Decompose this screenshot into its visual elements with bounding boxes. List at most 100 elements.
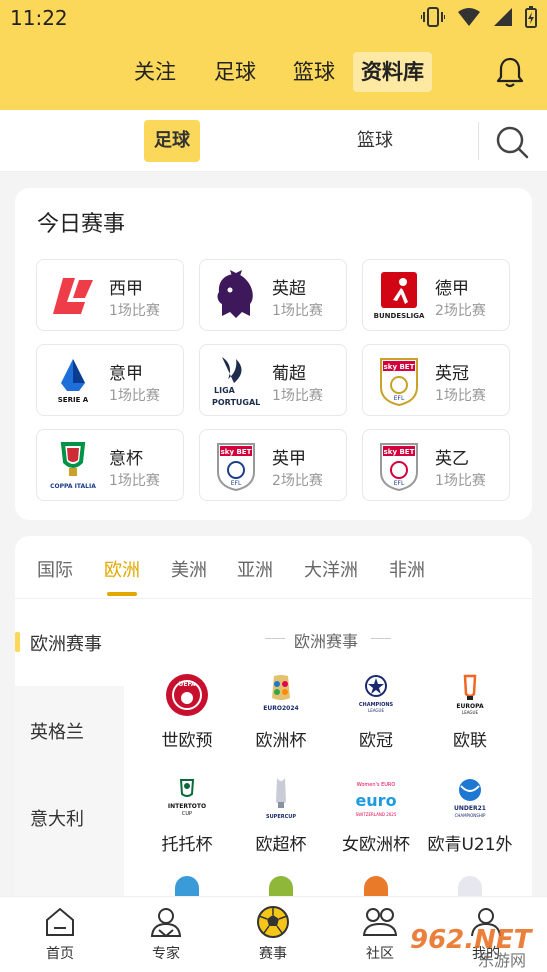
tab-follow[interactable]: 关注: [126, 52, 184, 92]
battery-icon: [525, 6, 537, 28]
league-card[interactable]: COPPA ITALIA 意杯 1场比赛: [36, 429, 184, 501]
competition-name: 欧联: [453, 731, 487, 751]
nav-home[interactable]: 首页: [20, 905, 100, 963]
competition-item[interactable]: SUPERCUP 欧超杯: [233, 776, 329, 855]
svg-text:euro: euro: [355, 791, 396, 810]
svg-text:COPPA ITALIA: COPPA ITALIA: [50, 483, 96, 490]
league-name: 英乙: [435, 449, 469, 469]
league-card[interactable]: sky BET EFL 英乙 1场比赛: [362, 429, 510, 501]
svg-text:LEAGUE: LEAGUE: [462, 710, 478, 715]
laliga-logo-icon: [53, 278, 93, 314]
league-card[interactable]: 英超 1场比赛: [199, 259, 347, 331]
section-line-left: [265, 638, 285, 639]
svg-text:EFL: EFL: [394, 395, 405, 402]
league-count: 1场比赛: [272, 388, 323, 404]
league-name: 英超: [272, 279, 306, 299]
league-card[interactable]: SERIE A 意甲 1场比赛: [36, 344, 184, 416]
competition-item[interactable]: UEFA 世欧预: [139, 672, 235, 751]
wifi-icon: [458, 8, 480, 26]
champions-league-logo-icon: CHAMPIONS LEAGUE: [359, 675, 394, 713]
svg-text:sky BET: sky BET: [221, 448, 252, 456]
top-header: 11:22 关注 足球 篮球 资料库: [0, 0, 547, 110]
bell-icon[interactable]: [495, 56, 525, 88]
efl-championship-logo-icon: sky BET EFL: [380, 358, 418, 407]
uefa-logo-icon: UEFA: [166, 674, 208, 716]
league-name: 德甲: [435, 279, 469, 299]
league-name: 西甲: [109, 279, 143, 299]
sidebar-item-european-competitions[interactable]: 欧洲赛事: [30, 630, 102, 656]
region-card: 国际 欧洲 美洲 亚洲 大洋洲 非洲 欧洲赛事 英格兰 意大利 欧洲赛事 UEF…: [15, 536, 532, 956]
partial-logo: [175, 876, 199, 896]
status-icons: [421, 6, 537, 28]
league-name: 葡超: [272, 364, 306, 384]
tab-football[interactable]: 足球: [206, 52, 264, 92]
signal-icon: [494, 8, 512, 26]
league-card[interactable]: BUNDESLIGA 德甲 2场比赛: [362, 259, 510, 331]
competition-item[interactable]: EUROPA LEAGUE 欧联: [422, 672, 518, 751]
league-name: 意杯: [109, 449, 143, 469]
league-card[interactable]: LIGA PORTUGAL 葡超 1场比赛: [199, 344, 347, 416]
svg-text:LEAGUE: LEAGUE: [368, 708, 384, 713]
active-tab-indicator: [107, 592, 137, 596]
europa-league-logo-icon: EUROPA LEAGUE: [456, 674, 484, 715]
competition-item[interactable]: EURO2024 欧洲杯: [233, 672, 329, 751]
competition-name: 欧超杯: [255, 835, 307, 855]
league-count: 1场比赛: [272, 303, 323, 319]
supercup-logo-icon: SUPERCUP: [266, 778, 296, 820]
community-icon: [362, 908, 398, 936]
svg-text:BUNDESLIGA: BUNDESLIGA: [374, 312, 425, 320]
sidebar-item-england[interactable]: 英格兰: [30, 718, 84, 744]
league-count: 1场比赛: [435, 473, 486, 489]
svg-text:CHAMPIONSHIP: CHAMPIONSHIP: [455, 813, 486, 818]
search-icon[interactable]: [494, 124, 530, 160]
premier-league-lion-icon: [217, 270, 253, 318]
svg-text:PORTUGAL: PORTUGAL: [212, 398, 260, 407]
nav-experts[interactable]: 专家: [126, 905, 206, 963]
partial-logo: [269, 876, 293, 896]
svg-text:SUPERCUP: SUPERCUP: [266, 814, 296, 820]
region-tab-oceania[interactable]: 大洋洲: [304, 556, 358, 582]
competition-item[interactable]: CHAMPIONS LEAGUE 欧冠: [328, 672, 424, 751]
sport-subtabs: 足球 篮球: [0, 110, 547, 172]
region-tab-europe[interactable]: 欧洲: [104, 556, 140, 582]
vibrate-icon: [421, 7, 445, 27]
section-title: 欧洲赛事: [294, 632, 359, 651]
region-tab-americas[interactable]: 美洲: [171, 556, 207, 582]
subtab-football[interactable]: 足球: [144, 120, 200, 162]
subtab-divider: [478, 122, 479, 160]
competition-name: 女欧洲杯: [342, 835, 410, 855]
bundesliga-logo-icon: BUNDESLIGA: [374, 272, 425, 320]
svg-text:EFL: EFL: [231, 480, 242, 487]
league-count: 1场比赛: [109, 473, 160, 489]
competition-item[interactable]: UNDER21 CHAMPIONSHIP 欧青U21外: [422, 776, 518, 855]
league-count: 1场比赛: [435, 388, 486, 404]
region-tab-asia[interactable]: 亚洲: [237, 556, 273, 582]
svg-text:Women's EURO: Women's EURO: [357, 782, 396, 788]
svg-text:EFL: EFL: [394, 480, 405, 487]
status-time: 11:22: [10, 6, 68, 30]
league-card[interactable]: 西甲 1场比赛: [36, 259, 184, 331]
region-tab-international[interactable]: 国际: [37, 556, 73, 582]
main-tabs: 关注 足球 篮球 资料库: [0, 52, 547, 96]
sidebar-item-italy[interactable]: 意大利: [30, 805, 84, 831]
efl-league-two-logo-icon: sky BET EFL: [380, 443, 418, 492]
tab-basketball[interactable]: 篮球: [285, 52, 343, 92]
tab-database[interactable]: 资料库: [353, 52, 432, 92]
competition-item[interactable]: Women's EURO euro SWITZERLAND 2025 女欧洲杯: [328, 776, 424, 855]
watermark-logo: 962.NET 乐游网: [410, 925, 534, 968]
competition-item[interactable]: INTERTOTO CUP 托托杯: [139, 776, 235, 855]
league-name: 英甲: [272, 449, 306, 469]
svg-text:LIGA: LIGA: [214, 386, 236, 395]
competition-name: 世欧预: [161, 731, 213, 751]
football-icon: [257, 906, 289, 938]
league-card[interactable]: sky BET EFL 英冠 1场比赛: [362, 344, 510, 416]
experts-icon: [150, 908, 182, 938]
league-card[interactable]: sky BET EFL 英甲 2场比赛: [199, 429, 347, 501]
svg-text:EURO2024: EURO2024: [263, 705, 298, 712]
subtab-basketball[interactable]: 篮球: [347, 120, 403, 162]
womens-euro-logo-icon: Women's EURO euro SWITZERLAND 2025: [355, 782, 396, 817]
region-tab-africa[interactable]: 非洲: [389, 556, 425, 582]
today-title: 今日赛事: [37, 212, 126, 237]
nav-matches[interactable]: 赛事: [233, 905, 313, 963]
home-icon: [46, 907, 74, 936]
